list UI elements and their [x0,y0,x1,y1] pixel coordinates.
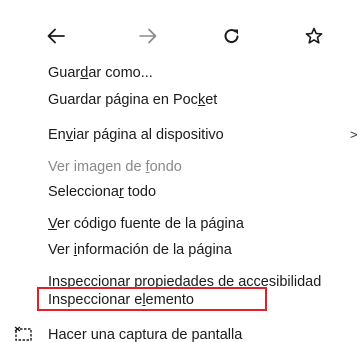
menu-item-view-background-image[interactable]: Ver imagen de fondo [48,156,182,178]
menu-item-label: er código fuente de la página [56,216,244,232]
star-icon [305,27,323,44]
bookmark-button[interactable] [296,16,332,56]
reload-button[interactable] [214,16,250,56]
menu-item-label: Ver [48,242,74,258]
navigation-row [0,16,360,56]
menu-item-label: Hacer una captura de pantalla [48,327,243,342]
context-menu: Guardar como... Guardar página en Pocket… [0,0,360,342]
menu-item-label: ar como... [88,65,153,81]
menu-item-save-as[interactable]: Guardar como... [48,62,153,84]
menu-item-view-source[interactable]: Ver código fuente de la página [48,213,244,235]
menu-item-label: En [48,127,66,143]
menu-item-label: todo [123,184,157,200]
menu-item-label: Guardar página en Poc [48,92,198,108]
menu-item-send-to-device[interactable]: Enviar página al dispositivo [48,124,224,146]
menu-item-label: iar página al dispositivo [73,127,224,143]
menu-item-page-info[interactable]: Ver información de la página [48,239,232,261]
menu-item-label: Ver imagen de [48,159,146,175]
highlight-box [37,287,267,311]
menu-item-label: ondo [149,159,182,175]
menu-item-save-to-pocket[interactable]: Guardar página en Pocket [48,89,217,111]
arrow-right-icon [139,28,157,44]
menu-item-label: et [205,92,218,108]
access-key: v [65,127,73,143]
reload-icon [224,29,239,43]
menu-item-label: nformación de la página [77,242,232,258]
access-key: V [48,216,57,232]
forward-button[interactable] [130,16,166,56]
submenu-arrow-icon: > [350,127,358,142]
menu-item-label: Selecciona [48,184,119,200]
back-button[interactable] [38,16,74,56]
menu-item-take-screenshot[interactable]: Hacer una captura de pantalla [48,324,242,342]
menu-item-label: Guar [48,65,81,81]
screenshot-icon [14,326,32,341]
menu-item-select-all[interactable]: Seleccionar todo [48,181,156,203]
arrow-left-icon [47,28,65,44]
